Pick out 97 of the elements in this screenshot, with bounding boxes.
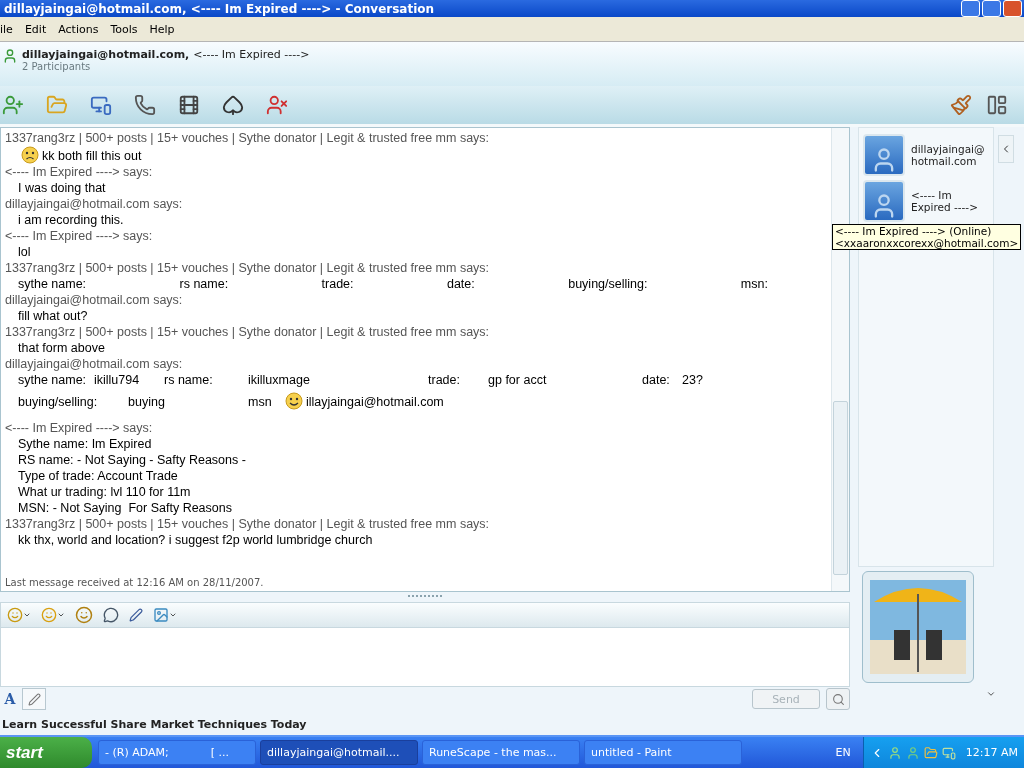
menu-item[interactable]: ile xyxy=(0,22,13,36)
message-text: 23? xyxy=(682,372,703,388)
sender-line: 1337rang3rz | 500+ posts | 15+ vouches | Sythe donator | Legit & trusted free mm says: xyxy=(5,130,491,146)
tooltip-text: <---- Im Expired ----> (Online) xyxy=(835,225,993,237)
wink-icon[interactable] xyxy=(41,607,65,623)
user-icon[interactable] xyxy=(887,745,902,760)
message-text: kk both fill this out xyxy=(42,148,142,164)
message-text: msn xyxy=(248,394,273,410)
pen-icon xyxy=(27,692,41,706)
shared-folder-icon[interactable] xyxy=(46,94,68,116)
message-text: ikilluxmage xyxy=(248,372,311,388)
message-text: What ur trading: lvl 110 for 11m xyxy=(18,484,191,500)
folder-icon[interactable] xyxy=(923,745,938,760)
monitor-icon[interactable] xyxy=(941,745,956,760)
smiley-icon xyxy=(285,392,303,410)
splitter-handle[interactable] xyxy=(408,595,442,599)
message-text: sythe name: xyxy=(18,372,88,388)
sender-line: <---- Im Expired ----> says: xyxy=(5,420,154,436)
message-text: lol xyxy=(18,244,31,260)
participant-count: 2 Participants xyxy=(22,61,92,72)
message-text: i am recording this. xyxy=(18,212,124,228)
sender-line: 1337rang3rz | 500+ posts | 15+ vouches | Sythe donator | Legit & trusted free mm says: xyxy=(5,516,491,532)
collapse-button[interactable] xyxy=(998,135,1014,163)
layout-icon[interactable] xyxy=(986,94,1008,116)
add-contact-icon[interactable] xyxy=(2,94,24,116)
contact-name[interactable]: dillayjaingai@hotmail.com xyxy=(911,143,989,167)
contact-name[interactable]: <---- Im Expired ----> xyxy=(911,189,989,213)
participant-name: <---- Im Expired ----> xyxy=(193,48,310,61)
message-text: sythe name: xyxy=(18,276,87,292)
clock: 12:17 AM xyxy=(965,746,1018,759)
message-text: Sythe name: Im Expired xyxy=(18,436,152,452)
menu-item[interactable]: Tools xyxy=(110,22,138,36)
taskbar-button[interactable]: RuneScape - the mas... xyxy=(422,740,580,765)
menu-item[interactable]: Edit xyxy=(24,22,47,36)
message-text: I was doing that xyxy=(18,180,106,196)
avatar-icon xyxy=(863,134,905,176)
background-icon[interactable] xyxy=(153,607,177,623)
message-text: rs name: xyxy=(164,372,214,388)
sender-line: dillayjaingai@hotmail.com says: xyxy=(5,356,184,372)
computer-call-icon[interactable] xyxy=(90,94,112,116)
message-text: trade: xyxy=(428,372,461,388)
message-text: buying/selling: xyxy=(18,394,99,410)
message-text: date: xyxy=(446,276,475,292)
message-text: trade: xyxy=(321,276,354,292)
maximize-button[interactable] xyxy=(982,0,1001,17)
film-icon[interactable] xyxy=(178,94,200,116)
message-text: MSN: - Not Saying For Safty Reasons xyxy=(18,500,232,516)
sender-line: 1337rang3rz | 500+ posts | 15+ vouches | Sythe donator | Legit & trusted free mm says: xyxy=(5,324,491,340)
message-text: illayjaingai@hotmail.com xyxy=(306,394,444,410)
message-text: that form above xyxy=(18,340,105,356)
participant-name: dillayjaingai@hotmail.com, xyxy=(22,48,190,61)
card-game-icon[interactable] xyxy=(222,94,244,116)
paintbrush-icon[interactable] xyxy=(950,94,972,116)
sender-line: dillayjaingai@hotmail.com says: xyxy=(5,196,184,212)
sender-line: <---- Im Expired ----> says: xyxy=(5,164,154,180)
message-text: rs name: xyxy=(179,276,229,292)
message-text: RS name: - Not Saying - Safty Reasons - xyxy=(18,452,246,468)
menu-item[interactable]: Actions xyxy=(58,22,99,36)
minimize-button[interactable] xyxy=(961,0,980,17)
message-text: buying/selling: xyxy=(568,276,648,292)
taskbar-button[interactable]: - (R) ADAM; [ ... xyxy=(98,740,256,765)
speech-bubble-icon[interactable] xyxy=(103,607,119,623)
message-text: msn: xyxy=(740,276,768,292)
sender-line: 1337rang3rz | 500+ posts | 15+ vouches | Sythe donator | Legit & trusted free mm says: xyxy=(5,260,491,276)
search-button[interactable] xyxy=(826,688,850,710)
phone-icon[interactable] xyxy=(134,94,156,116)
message-text: date: xyxy=(642,372,671,388)
display-picture[interactable] xyxy=(862,571,974,683)
taskbar-button[interactable]: dillayjaingai@hotmail.... xyxy=(260,740,418,765)
message-text: fill what out? xyxy=(18,308,88,324)
avatar-icon xyxy=(863,180,905,222)
message-text: gp for acct xyxy=(488,372,548,388)
message-text: Type of trade: Account Trade xyxy=(18,468,178,484)
message-text: buying xyxy=(128,394,166,410)
emoticon-icon[interactable] xyxy=(7,607,31,623)
contacts-icon xyxy=(2,48,18,64)
sad-face-icon xyxy=(21,146,39,164)
taskbar-button[interactable]: untitled - Paint xyxy=(584,740,742,765)
sender-line: dillayjaingai@hotmail.com says: xyxy=(5,292,184,308)
tooltip-text: <xxaaronxxcorexx@hotmail.com> xyxy=(835,237,1019,249)
message-input[interactable] xyxy=(0,628,850,687)
search-icon xyxy=(831,692,845,706)
message-text: kk thx, world and location? i suggest f2p world lumbridge church xyxy=(18,532,373,548)
start-button[interactable]: start xyxy=(0,737,92,768)
message-text: ikillu794 xyxy=(94,372,141,388)
window-title: dillayjaingai@hotmail.com, <---- Im Expired ----> - Conversation xyxy=(4,1,435,16)
advertisement-link[interactable]: Learn Successful Share Market Techniques Today xyxy=(0,713,1024,735)
language-indicator[interactable]: EN xyxy=(835,746,851,759)
block-user-icon[interactable] xyxy=(266,94,288,116)
handwriting-button[interactable] xyxy=(22,688,46,710)
sender-line: <---- Im Expired ----> says: xyxy=(5,228,154,244)
caret-icon[interactable] xyxy=(986,689,996,699)
nudge-icon[interactable] xyxy=(75,606,93,624)
menu-item[interactable]: Help xyxy=(149,22,175,36)
last-message-status: Last message received at 12:16 AM on 28/11/2007. xyxy=(5,577,265,590)
font-button[interactable]: A xyxy=(0,689,20,709)
close-button[interactable] xyxy=(1003,0,1022,17)
